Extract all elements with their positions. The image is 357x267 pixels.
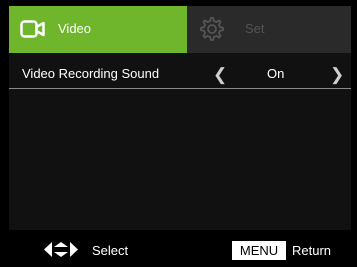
tab-set[interactable]: Set <box>187 6 351 53</box>
tab-set-label: Set <box>245 21 265 36</box>
menu-screen: Video Set Video Recording Sound ❮ On ❯ <box>9 6 351 230</box>
tab-video[interactable]: Video <box>9 6 187 53</box>
select-hint-label: Select <box>92 243 129 258</box>
menu-key-badge: MENU <box>232 241 286 260</box>
setting-label: Video Recording Sound <box>22 66 160 81</box>
chevron-right-icon[interactable]: ❯ <box>330 66 344 83</box>
return-hint-label: Return <box>292 243 332 258</box>
setting-value: On <box>267 66 285 81</box>
chevron-left-icon[interactable]: ❮ <box>213 66 227 83</box>
footer-hints: Select MENU Return <box>0 230 357 267</box>
left-right-nav-icon <box>43 241 79 263</box>
setting-row-recording-sound[interactable]: Video Recording Sound ❮ On ❯ <box>9 62 351 89</box>
tab-video-label: Video <box>58 21 92 36</box>
tab-bar: Video Set <box>9 6 351 53</box>
video-camera-icon <box>20 19 46 44</box>
gear-icon <box>198 16 224 47</box>
